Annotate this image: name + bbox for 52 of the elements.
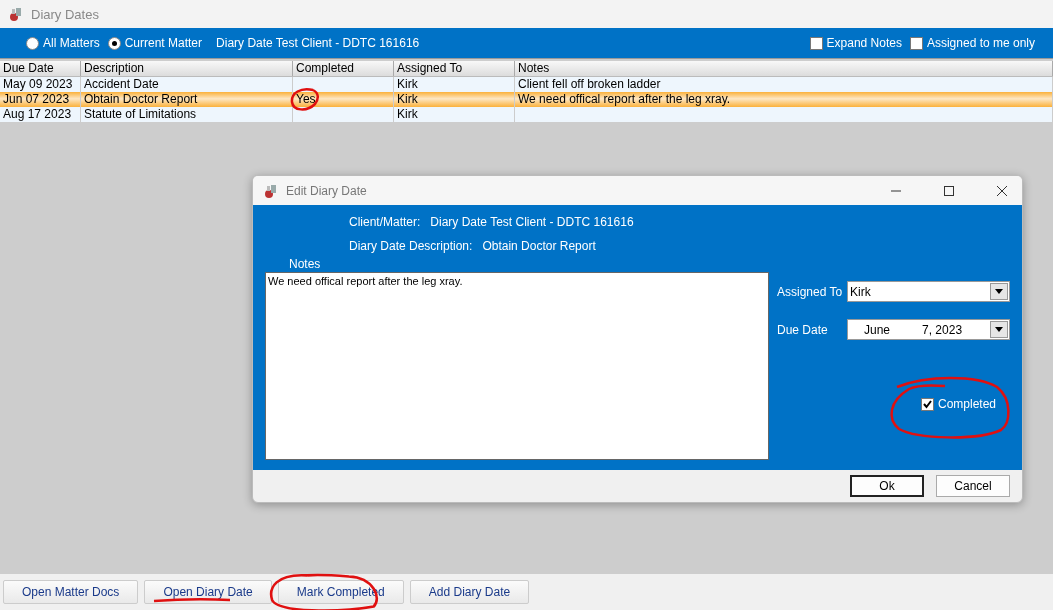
description-value: Obtain Doctor Report (482, 239, 596, 253)
completed-checkbox[interactable]: Completed (920, 397, 996, 411)
table-cell: Kirk (397, 92, 418, 106)
maximize-icon[interactable] (943, 184, 955, 197)
action-button[interactable]: Open Matter Docs (3, 580, 139, 604)
table-cell: Client fell off broken ladder (518, 77, 661, 91)
table-cell: Aug 17 2023 (3, 107, 72, 121)
dialog-title: Edit Diary Date (286, 183, 367, 198)
scope-radio[interactable]: All Matters (26, 36, 100, 50)
notes-label: Notes (288, 257, 322, 271)
checkbox[interactable] (809, 36, 823, 50)
client-matter-value: Diary Date Test Client - DDTC 161616 (430, 215, 634, 229)
notes-field[interactable]: We need offical report after the leg xray. (265, 272, 769, 460)
column-header[interactable]: Assigned To (394, 61, 515, 76)
matter-name: Diary Date Test Client - DDTC 161616 (216, 36, 420, 50)
checkbox[interactable] (920, 397, 934, 411)
close-icon[interactable] (996, 184, 1008, 197)
caret-icon[interactable] (995, 289, 1003, 294)
table-cell: Kirk (397, 107, 418, 121)
action-button[interactable]: Add Diary Date (409, 580, 530, 604)
radio-circle[interactable] (107, 36, 121, 50)
table-row[interactable]: May 09 2023 Accident Date Kirk Client fell off broken ladder (0, 77, 1053, 92)
caret-icon[interactable] (995, 327, 1003, 332)
table-cell: May 09 2023 (3, 77, 73, 91)
column-header[interactable]: Notes (515, 61, 1053, 76)
table-cell: Yes (296, 92, 316, 106)
field-label: Client/Matter: (349, 215, 421, 229)
filter-checkbox[interactable]: Expand Notes (809, 36, 902, 50)
scope-radio[interactable]: Current Matter (107, 36, 203, 50)
filter-checkbox[interactable]: Assigned to me only (909, 36, 1035, 50)
dialog-button[interactable]: Ok (850, 475, 924, 497)
radio-circle[interactable] (26, 36, 39, 50)
field-label: Due Date (777, 322, 829, 337)
table-cell: Jun 07 2023 (3, 92, 70, 106)
table-cell: Accident Date (84, 77, 159, 91)
assigned-to-dropdown[interactable]: Kirk (847, 281, 1010, 302)
app-icon (8, 6, 24, 22)
window-title: Diary Dates (31, 6, 99, 22)
field-label: Diary Date Description: (349, 239, 473, 253)
table-cell: We need offical report after the leg xray. (518, 92, 731, 106)
action-button[interactable]: Open Diary Date (144, 580, 272, 604)
table-cell: Statute of Limitations (84, 107, 197, 121)
table-row[interactable]: Aug 17 2023 Statute of Limitations Kirk (0, 107, 1053, 122)
dialog-button[interactable]: Cancel (936, 475, 1010, 497)
due-date-picker[interactable]: June 7, 2023 (847, 319, 1010, 340)
column-header[interactable]: Description (81, 61, 293, 76)
table-cell: Obtain Doctor Report (84, 92, 198, 106)
column-header[interactable]: Due Date (0, 61, 81, 76)
table-cell: Kirk (397, 77, 418, 91)
column-header[interactable]: Completed (293, 61, 394, 76)
app-icon (263, 182, 279, 199)
checkbox[interactable] (909, 36, 923, 50)
